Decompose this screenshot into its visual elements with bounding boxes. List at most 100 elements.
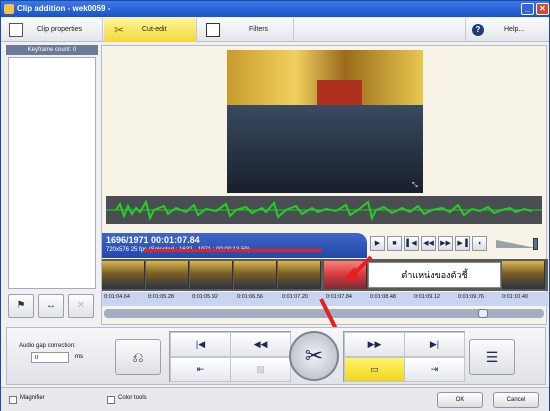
fast-forward-icon: ▶▶: [440, 240, 451, 247]
waveform-graphic: [106, 199, 542, 221]
timeline-tick: 0:01:04.64: [104, 294, 130, 300]
filmstrip-frame: [146, 261, 189, 289]
filmstrip-frame: [234, 261, 277, 289]
timeline-tick: 0:01:10.40: [502, 294, 528, 300]
previous-frame-button[interactable]: ▌◀: [404, 236, 419, 251]
rewind-icon: ◀◀: [423, 240, 434, 247]
go-to-out-button[interactable]: ▶|: [404, 332, 465, 357]
filters-icon: [206, 23, 220, 37]
speaker-button[interactable]: ◖: [472, 236, 487, 251]
delete-icon: ✕: [76, 300, 86, 311]
minimize-button[interactable]: _: [521, 3, 534, 15]
help-label: Help...: [504, 26, 525, 33]
volume-slider[interactable]: [496, 238, 540, 250]
tab-clip-properties-label: Clip properties: [37, 26, 83, 33]
audio-waveform[interactable]: [106, 196, 542, 224]
delete-keyframe-button[interactable]: ✕: [68, 294, 94, 318]
color-tools-checkbox[interactable]: [107, 396, 115, 404]
spread-arrows-icon: ↔: [46, 300, 56, 311]
scissors-icon: ✂: [304, 343, 324, 368]
toolbar: Clip properties ✂ Cut-edit Filters ? Hel…: [1, 18, 549, 42]
stop-icon: ■: [392, 240, 397, 247]
filmstrip-frame: [502, 261, 545, 289]
timeline-tick: 0:01:05.28: [148, 294, 174, 300]
cut-edit-controls: Audio gap correction: ms ⎌ |◀ ◀◀ ⇤ ▨ ✂ ▶…: [6, 327, 546, 385]
trim-start-button[interactable]: ▨: [230, 357, 291, 382]
previous-cut-icon: ◀◀: [253, 339, 268, 349]
timeline-tick: 0:01:05.92: [192, 294, 218, 300]
trim-right-grid: ▶▶ ▶| ▭ ⇥: [343, 331, 465, 382]
magnifier-label: Magnifier: [20, 395, 45, 401]
title-bar: Clip addition - wek0059 - _ ✕: [1, 1, 549, 17]
timeline-tick: 0:01:06.56: [237, 294, 263, 300]
volume-knob[interactable]: [533, 238, 538, 250]
set-out-point-button[interactable]: ▭: [344, 357, 405, 382]
undo-cut-button[interactable]: ⎌: [115, 339, 161, 375]
transport-controls: ▶ ■ ▌◀ ◀◀ ▶▶ ▶▐ ◖: [370, 236, 542, 252]
audio-gap-label: Audio gap correction:: [19, 343, 76, 349]
previous-cut-button[interactable]: ◀◀: [230, 332, 291, 357]
close-button[interactable]: ✕: [536, 3, 549, 15]
keyframe-panel: Keyframe count: 0 ⚑ ↔ ✕: [6, 45, 98, 323]
play-icon: ▶: [374, 240, 381, 247]
undo-icon: ⎌: [132, 349, 144, 365]
next-cut-button[interactable]: ▶▶: [344, 332, 405, 357]
stop-button[interactable]: ■: [387, 236, 402, 251]
fast-forward-button[interactable]: ▶▶: [438, 236, 453, 251]
speaker-icon: ◖: [477, 240, 482, 247]
set-in-point-button[interactable]: ⇤: [170, 357, 231, 382]
magnifier-checkbox[interactable]: [9, 396, 17, 404]
cut-button[interactable]: ✂: [289, 331, 339, 381]
expand-icon[interactable]: ⤡: [412, 182, 420, 190]
add-keyframe-button[interactable]: ⚑: [8, 294, 34, 318]
footer-bar: Magnifier Color tools OK Cancel: [1, 387, 549, 411]
set-end-icon: ⇥: [430, 364, 439, 374]
set-in-icon: ⇤: [196, 364, 205, 374]
window-title: Clip addition - wek0059 -: [17, 4, 111, 13]
video-preview[interactable]: ⤡: [227, 50, 423, 193]
next-frame-button[interactable]: ▶▐: [455, 236, 470, 251]
tab-filters-label: Filters: [249, 26, 269, 33]
cut-list-button[interactable]: ☰: [469, 339, 515, 375]
help-icon: ?: [472, 24, 484, 36]
go-to-in-icon: |◀: [195, 339, 206, 349]
help-button[interactable]: ? Help...: [465, 18, 549, 42]
spread-keyframe-button[interactable]: ↔: [38, 294, 64, 318]
step-forward-icon: ▶▐: [457, 240, 468, 247]
next-cut-icon: ▶▶: [367, 339, 382, 349]
tab-clip-properties[interactable]: Clip properties: [1, 18, 103, 42]
keyframe-list[interactable]: [8, 57, 96, 289]
timecode-main: 1696/1971 00:01:07.84: [106, 235, 200, 245]
ok-button[interactable]: OK: [437, 392, 483, 408]
scrollbar-thumb[interactable]: [478, 309, 488, 318]
audio-gap-input[interactable]: [31, 352, 69, 363]
step-back-icon: ▌◀: [406, 240, 417, 247]
play-button[interactable]: ▶: [370, 236, 385, 251]
set-out-icon: ▭: [370, 364, 379, 374]
volume-wedge: [496, 240, 536, 248]
tab-filters[interactable]: Filters: [198, 18, 294, 42]
timeline-tick: 0:01:09.12: [414, 294, 440, 300]
clip-properties-icon: [9, 23, 23, 37]
trim-start-icon: ▨: [256, 364, 265, 374]
app-icon: [4, 4, 14, 14]
selection-range-marker: [144, 249, 322, 252]
trim-left-grid: |◀ ◀◀ ⇤ ▨: [169, 331, 291, 382]
tab-cut-edit[interactable]: ✂ Cut-edit: [104, 18, 197, 42]
filmstrip-frame: [102, 261, 145, 289]
cancel-button[interactable]: Cancel: [493, 392, 539, 408]
go-to-out-icon: ▶|: [429, 339, 440, 349]
flag-icon: ⚑: [16, 300, 26, 311]
rewind-button[interactable]: ◀◀: [421, 236, 436, 251]
audio-gap-unit: ms: [75, 354, 83, 360]
keyframe-count-header: Keyframe count: 0: [6, 45, 98, 55]
list-icon: ☰: [485, 349, 499, 365]
clip-addition-window: Clip addition - wek0059 - _ ✕ Clip prope…: [0, 0, 550, 411]
tab-cut-edit-label: Cut-edit: [142, 26, 167, 33]
timeline-tick: 0:01:09.76: [458, 294, 484, 300]
color-tools-label: Color tools: [118, 395, 147, 401]
video-scene-decor: [227, 105, 423, 193]
go-to-in-button[interactable]: |◀: [170, 332, 231, 357]
filmstrip-frame: [190, 261, 233, 289]
set-end-button[interactable]: ⇥: [404, 357, 465, 382]
